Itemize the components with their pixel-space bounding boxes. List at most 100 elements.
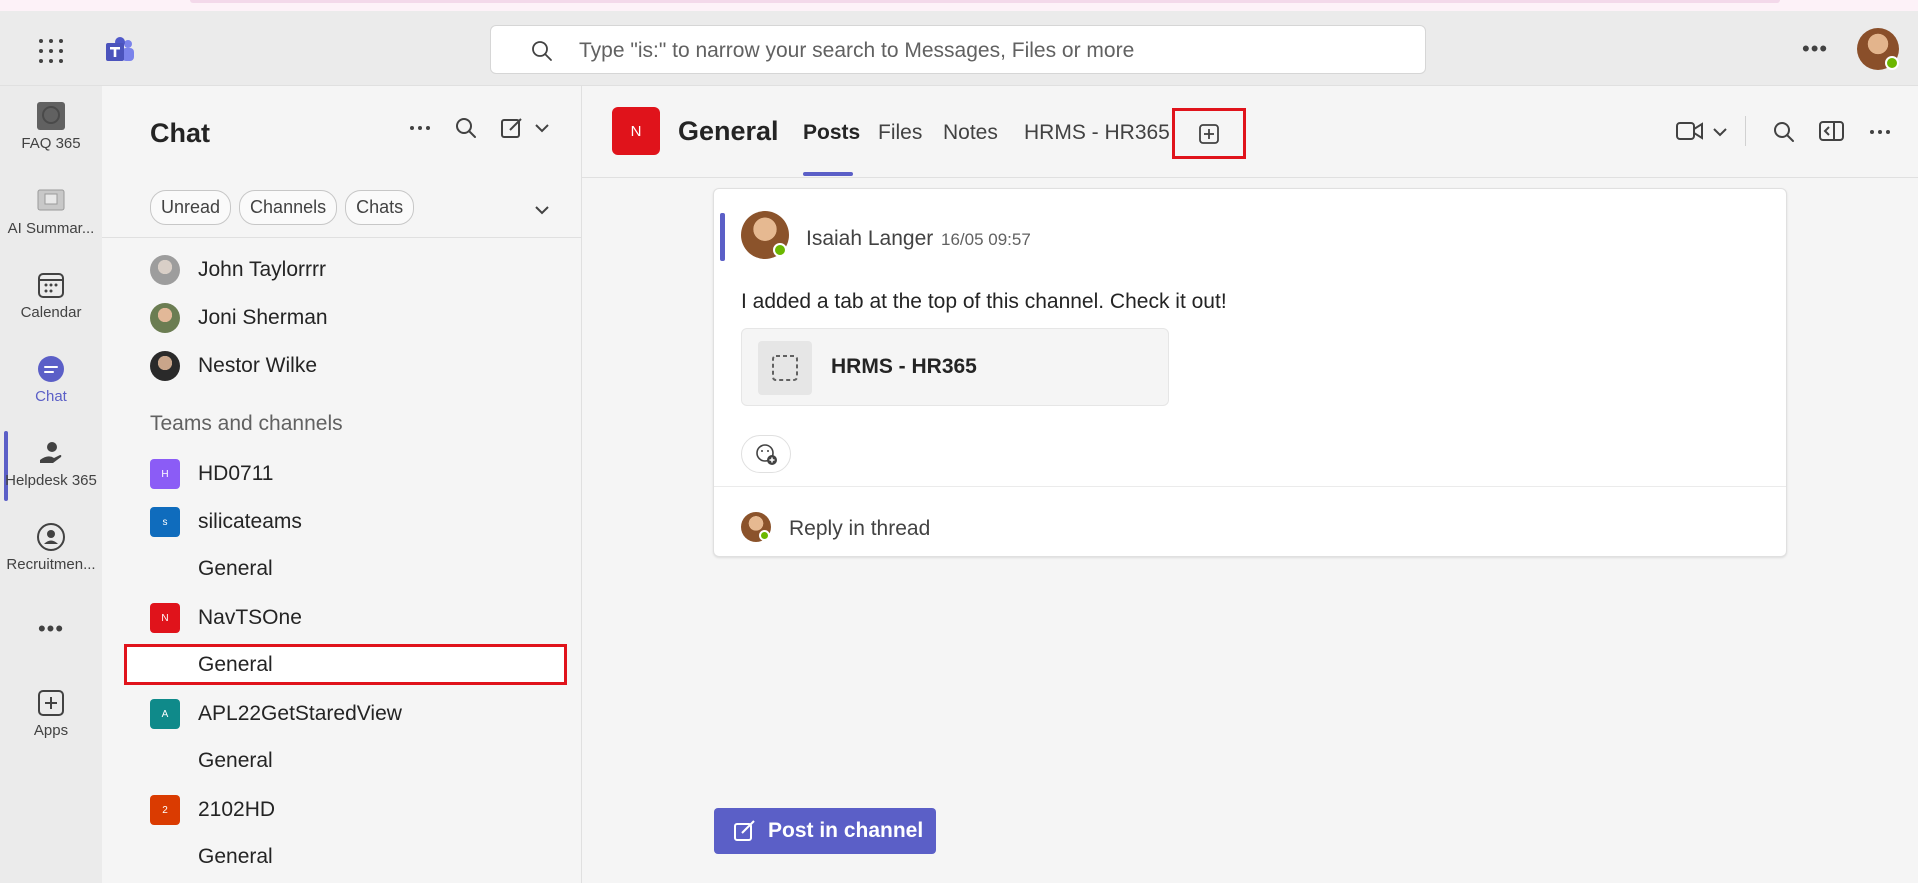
- chevron-down-icon[interactable]: [534, 122, 550, 134]
- tab-card[interactable]: HRMS - HR365: [741, 328, 1169, 406]
- team-name: silicateams: [198, 510, 302, 533]
- divider: [714, 486, 1786, 487]
- open-pane-icon[interactable]: [1819, 120, 1845, 142]
- filter-unread[interactable]: Unread: [150, 190, 232, 225]
- apps-icon: [38, 690, 64, 716]
- chat-list-pane: Chat Unread Channels Chats John Taylorrr…: [102, 86, 582, 883]
- add-reaction-button[interactable]: [741, 435, 791, 473]
- presence-available-icon: [759, 530, 770, 541]
- helpdesk-icon: [40, 442, 62, 463]
- rail-label: Chat: [35, 388, 67, 405]
- compose-icon: [734, 820, 755, 841]
- list-item[interactable]: Joni Sherman: [150, 298, 328, 338]
- user-avatar[interactable]: [1857, 28, 1899, 70]
- tab-placeholder-icon: [758, 341, 812, 395]
- team-badge: A: [150, 699, 180, 729]
- presence-available-icon: [1885, 56, 1899, 70]
- selected-channel-highlight[interactable]: [124, 644, 567, 685]
- chevron-down-icon[interactable]: [534, 204, 550, 216]
- chevron-down-icon[interactable]: [1712, 126, 1728, 138]
- channel-header: N General Posts Files Notes HRMS - HR365: [582, 86, 1918, 178]
- ai-summary-app-icon: [37, 189, 65, 211]
- pane-title: Chat: [150, 118, 210, 148]
- search-icon: [532, 41, 552, 61]
- filter-chats[interactable]: Chats: [345, 190, 415, 225]
- search-icon[interactable]: [1772, 120, 1796, 144]
- post-author[interactable]: Isaiah Langer: [806, 227, 933, 251]
- tab-hrms[interactable]: HRMS - HR365: [1024, 121, 1170, 145]
- reply-in-thread-button[interactable]: Reply in thread: [789, 517, 930, 541]
- post-card: Isaiah Langer 16/05 09:57 I added a tab …: [713, 188, 1787, 557]
- team-badge: H: [150, 459, 180, 489]
- more-options-icon[interactable]: [1868, 120, 1892, 144]
- post-timestamp: 16/05 09:57: [941, 230, 1031, 249]
- channel-item-selected[interactable]: General: [198, 653, 273, 677]
- avatar[interactable]: [741, 211, 789, 259]
- post-message: I added a tab at the top of this channel…: [741, 290, 1227, 313]
- rail-item-ai-summary[interactable]: AI Summar...: [0, 186, 102, 237]
- post-in-channel-button[interactable]: Post in channel: [714, 808, 936, 854]
- avatar: [741, 512, 771, 542]
- avatar: [150, 351, 180, 381]
- post-in-channel-label: Post in channel: [768, 819, 924, 842]
- search-icon[interactable]: [454, 116, 478, 140]
- rail-item-recruitment[interactable]: Recruitmen...: [0, 522, 102, 573]
- faq-app-icon: [37, 102, 65, 130]
- contact-name: John Taylorrrr: [198, 258, 326, 281]
- more-options-icon[interactable]: [408, 116, 432, 140]
- rail-item-helpdesk-365[interactable]: Helpdesk 365: [0, 438, 102, 489]
- new-chat-icon[interactable]: [500, 116, 524, 140]
- tab-notes[interactable]: Notes: [943, 121, 998, 145]
- team-item[interactable]: A APL22GetStaredView: [150, 694, 402, 734]
- channel-item[interactable]: General: [198, 749, 273, 773]
- title-bar: Type "is:" to narrow your search to Mess…: [0, 11, 1918, 86]
- list-item[interactable]: Nestor Wilke: [150, 346, 317, 386]
- add-icon: [1199, 123, 1219, 144]
- rail-item-faq-365[interactable]: FAQ 365: [0, 101, 102, 152]
- team-item[interactable]: H HD0711: [150, 454, 274, 494]
- more-options-icon[interactable]: •••: [1802, 36, 1828, 62]
- rail-label: Helpdesk 365: [5, 472, 97, 489]
- avatar: [150, 255, 180, 285]
- team-name: NavTSOne: [198, 606, 302, 629]
- filter-channels[interactable]: Channels: [239, 190, 338, 225]
- video-call-icon[interactable]: [1676, 120, 1704, 142]
- rail-label: Apps: [33, 722, 69, 739]
- app-launcher-icon[interactable]: [36, 36, 66, 66]
- browser-top-strip: [0, 0, 1918, 11]
- section-label: Teams and channels: [150, 412, 343, 435]
- calendar-icon: [38, 273, 64, 298]
- add-tab-button[interactable]: [1172, 108, 1246, 159]
- recruitment-icon: [37, 523, 65, 551]
- divider: [1745, 116, 1746, 146]
- team-item[interactable]: N NavTSOne: [150, 598, 302, 638]
- list-item[interactable]: John Taylorrrr: [150, 250, 326, 290]
- team-name: HD0711: [198, 462, 274, 485]
- rail-item-calendar[interactable]: Calendar: [0, 270, 102, 321]
- post-accent-bar: [720, 213, 725, 261]
- channel-item[interactable]: General: [198, 557, 273, 581]
- rail-item-apps[interactable]: Apps: [0, 688, 102, 739]
- search-box[interactable]: Type "is:" to narrow your search to Mess…: [490, 25, 1426, 74]
- tab-files[interactable]: Files: [878, 121, 922, 145]
- search-input[interactable]: Type "is:" to narrow your search to Mess…: [579, 39, 1134, 63]
- teams-logo-icon: [106, 37, 134, 61]
- channel-item[interactable]: General: [198, 845, 273, 869]
- team-item[interactable]: s silicateams: [150, 502, 302, 542]
- team-badge: 2: [150, 795, 180, 825]
- channel-view: N General Posts Files Notes HRMS - HR365…: [582, 86, 1918, 883]
- contact-name: Nestor Wilke: [198, 354, 318, 377]
- tab-card-title: HRMS - HR365: [831, 355, 977, 378]
- team-name: 2102HD: [198, 798, 276, 821]
- filter-chips: Unread Channels Chats: [150, 190, 415, 225]
- avatar: [150, 303, 180, 333]
- channel-title: General: [678, 116, 779, 146]
- rail-item-chat[interactable]: Chat: [0, 354, 102, 405]
- team-badge: N: [150, 603, 180, 633]
- team-item[interactable]: 2 2102HD: [150, 790, 275, 830]
- emoji-add-icon: [756, 444, 777, 465]
- rail-label: Calendar: [20, 304, 82, 321]
- team-badge: s: [150, 507, 180, 537]
- tab-posts[interactable]: Posts: [803, 121, 860, 145]
- more-apps-icon[interactable]: •••: [0, 616, 102, 642]
